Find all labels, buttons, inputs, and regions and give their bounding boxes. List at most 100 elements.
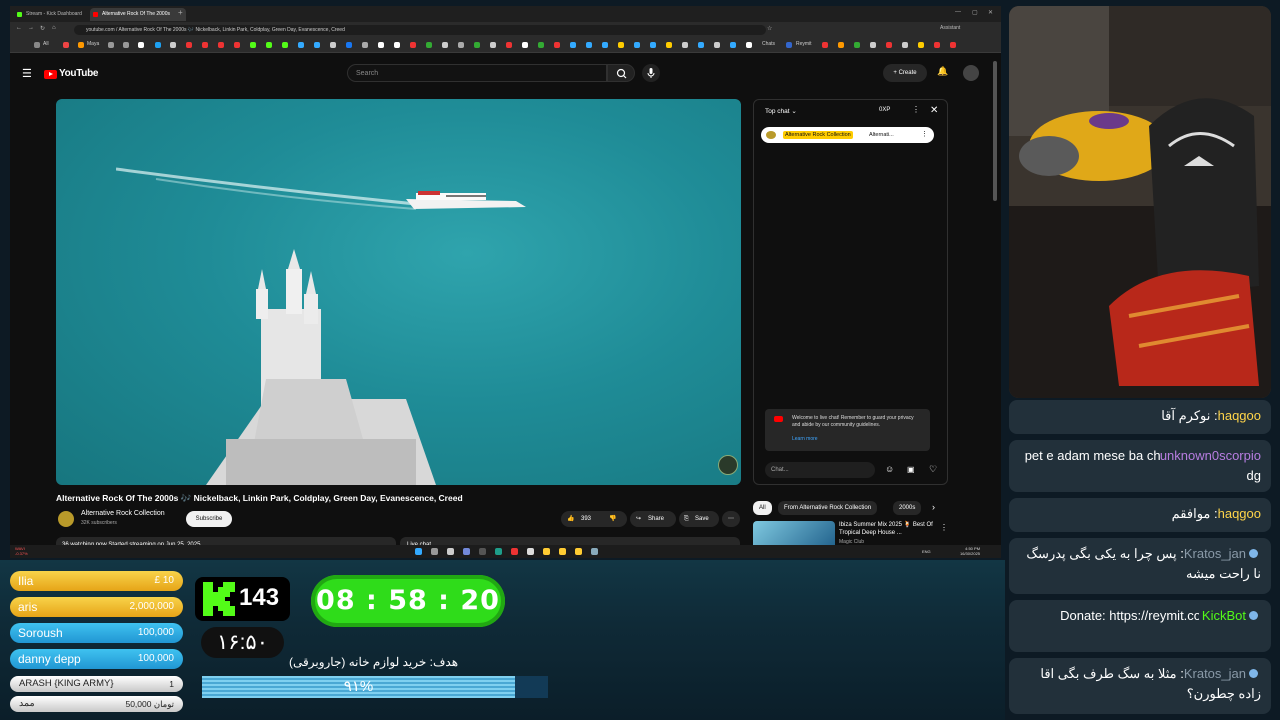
bookmark-chats[interactable]: Chats [762,41,775,47]
bookmark-icon[interactable] [650,42,656,48]
bookmark-icon[interactable] [786,42,792,48]
maximize-icon[interactable]: ▢ [972,9,978,16]
emoji-icon[interactable]: ☺ [885,464,894,474]
bookmark-icon[interactable] [202,42,208,48]
url-bar[interactable]: youtube.com / Alternative Rock Of The 20… [74,25,766,35]
video-player[interactable] [56,99,741,485]
folder-icon[interactable] [34,42,40,48]
assistant-button[interactable]: Assistant [940,25,960,31]
bookmark-icon[interactable] [282,42,288,48]
bookmark-icon[interactable] [538,42,544,48]
bookmark-icon[interactable] [902,42,908,48]
discord-icon[interactable] [463,548,470,555]
bookmark-icon[interactable] [138,42,144,48]
channel-watermark[interactable] [718,455,738,475]
bookmark-icon[interactable] [63,42,69,48]
bookmark-icon[interactable] [362,42,368,48]
new-tab-button[interactable]: + [178,8,183,17]
bookmark-maya[interactable]: Maya [87,41,99,47]
bookmark-icon[interactable] [394,42,400,48]
bookmark-icon[interactable] [234,42,240,48]
bookmark-icon[interactable] [698,42,704,48]
search-icon[interactable] [431,548,438,555]
youtube-logo[interactable]: YouTube [59,68,99,79]
bookmark-icon[interactable] [950,42,956,48]
taskbar-clock[interactable]: 4:50 PM 16/30/2025 [960,546,980,556]
edge-icon[interactable] [495,548,502,555]
bookmark-icon[interactable] [266,42,272,48]
pinned-banner[interactable]: Alternative Rock Collection Alternati...… [761,127,934,143]
bookmark-icon[interactable] [330,42,336,48]
gift-icon[interactable]: ▣ [907,465,915,474]
home-icon[interactable]: ⌂ [52,25,56,31]
chat-mode-dropdown[interactable]: Top chat ⌄ [765,107,797,115]
chat-menu-icon[interactable]: ⋮ [912,105,920,114]
folder-icon[interactable] [575,548,582,555]
menu-icon[interactable]: ☰ [22,67,32,80]
learn-more-link[interactable]: Learn more [792,436,818,442]
bookmark-icon[interactable] [442,42,448,48]
create-button[interactable]: + Create [883,64,927,82]
like-count[interactable]: 393 [581,511,591,527]
bookmark-icon[interactable] [314,42,320,48]
bookmark-icon[interactable] [634,42,640,48]
bookmark-icon[interactable] [346,42,352,48]
bookmark-icon[interactable] [602,42,608,48]
bookmark-icon[interactable] [918,42,924,48]
bookmark-icon[interactable] [586,42,592,48]
folder-icon[interactable] [543,548,550,555]
voice-search-button[interactable] [642,64,660,82]
bookmark-icon[interactable] [426,42,432,48]
bookmark-icon[interactable] [506,42,512,48]
bookmark-icon[interactable] [186,42,192,48]
bookmark-icon[interactable] [822,42,828,48]
thumbs-up-icon[interactable]: 👍 [567,511,574,527]
bookmark-icon[interactable] [934,42,940,48]
bookmark-icon[interactable] [666,42,672,48]
bookmark-icon[interactable] [474,42,480,48]
bookmark-icon[interactable] [378,42,384,48]
tab-kick-dashboard[interactable]: Stream - Kick Dashboard [14,8,96,21]
windows-start-icon[interactable] [415,548,422,555]
star-icon[interactable]: ☆ [767,25,772,32]
app-icon[interactable] [527,548,534,555]
bookmark-icon[interactable] [218,42,224,48]
minimize-icon[interactable]: — [955,9,961,15]
chat-input[interactable]: Chat... [765,462,875,478]
notifications-bell-icon[interactable]: 🔔 [937,66,948,77]
bookmark-icon[interactable] [730,42,736,48]
bookmark-icon[interactable] [870,42,876,48]
bookmark-icon[interactable] [250,42,256,48]
youtube-logo-icon[interactable] [44,70,57,79]
folder-icon[interactable] [559,548,566,555]
obs-icon[interactable] [511,548,518,555]
task-view-icon[interactable] [447,548,454,555]
bookmark-icon[interactable] [298,42,304,48]
page-scrollbar[interactable] [993,61,997,201]
forward-icon[interactable]: → [28,25,34,31]
bookmark-icon[interactable] [886,42,892,48]
bookmark-icon[interactable] [838,42,844,48]
stock-widget[interactable]: WAVI -0.37% [15,546,28,556]
bookmark-icon[interactable] [490,42,496,48]
bookmark-icon[interactable] [746,42,752,48]
bookmark-icon[interactable] [458,42,464,48]
bookmark-icon[interactable] [714,42,720,48]
bookmark-icon[interactable] [522,42,528,48]
bookmark-icon[interactable] [170,42,176,48]
bookmark-icon[interactable] [570,42,576,48]
tab-youtube[interactable]: Alternative Rock Of The 2000s [90,8,186,21]
back-icon[interactable]: ← [16,25,22,31]
banner-menu-icon[interactable]: ⋮ [921,127,928,143]
bookmark-icon[interactable] [155,42,161,48]
close-icon[interactable]: ✕ [930,105,938,116]
save-button[interactable]: ⎘ Save [679,511,719,527]
close-icon[interactable]: ✕ [988,9,993,16]
chip-2000s[interactable]: 2000s [893,501,922,515]
share-button[interactable]: ↪ Share [630,511,676,527]
channel-avatar[interactable] [58,511,74,527]
bookmark-icon[interactable] [854,42,860,48]
heart-icon[interactable]: ♡ [929,464,937,475]
bookmark-icon[interactable] [554,42,560,48]
bookmark-icon[interactable] [123,42,129,48]
